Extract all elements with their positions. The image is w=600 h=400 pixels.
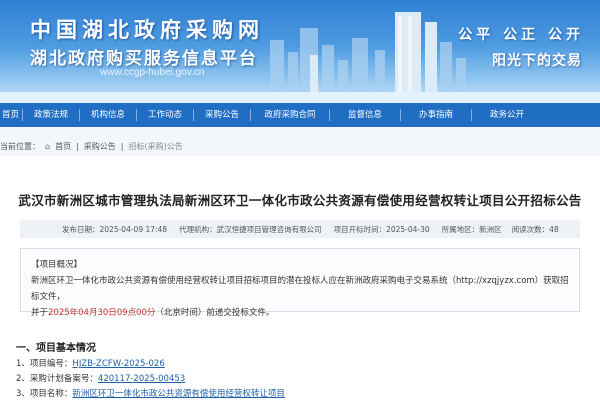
info-label: 1、项目编号： [16,359,73,369]
list-item: 2、采购计划备案号：420117-2025-00453 [16,372,285,387]
meta-agency: 代理机构：武汉恒捷项目管理咨询有限公司 [179,224,322,234]
slogan-line-2: 阳光下的交易 [492,53,582,69]
breadcrumb-section[interactable]: 采购公告 [84,141,116,152]
main-nav: 首页 政策法规 机构信息 工作动态 采购公告 政府采购合同 监督信息 办事指南 … [0,103,600,127]
plan-record-number: 420117-2025-00453 [97,374,186,384]
meta-open-date: 项目开标时间：2025-04-30 [333,224,430,234]
nav-item-policy[interactable]: 政策法规 [23,103,79,127]
notice-card: 武汉市新洲区城市管理执法局新洲区环卫一体化市政公共资源有偿使用经营权转让项目公开… [0,156,600,400]
info-label: 3、项目名称： [16,389,73,399]
meta-views: 阅读次数：48 [511,224,559,234]
list-item: 3、项目名称：新洲区环卫一体化市政公共资源有偿使用经营权转让项目 [16,387,285,400]
nav-item-supervision[interactable]: 监督信息 [330,103,400,127]
overview-line-2-prefix: 并于 [31,308,49,318]
nav-item-contracts[interactable]: 政府采购合同 [251,103,329,127]
notice-title: 武汉市新洲区城市管理执法局新洲区环卫一体化市政公共资源有偿使用经营权转让项目公开… [18,193,582,208]
slogan-line-1: 公平 公正 公开 [458,27,584,43]
meta-region: 所属地区：新洲区 [441,224,502,234]
chevron-right-icon: | [76,142,79,151]
breadcrumb: 当前位置： ⌂ 首页 | 采购公告 | 招标(采购)公告 [0,141,183,152]
nav-item-disclosure[interactable]: 政务公开 [472,103,542,127]
site-url: www.ccgp-hubei.gov.cn [100,67,205,78]
nav-item-news[interactable]: 工作动态 [137,103,193,127]
nav-item-home[interactable]: 首页 [0,103,22,127]
meta-published: 发布日期：2025-04-09 17:48 [62,224,168,234]
header-banner: 中国湖北政府采购网 湖北政府购买服务信息平台 www.ccgp-hubei.go… [0,0,600,103]
home-icon: ⌂ [45,142,51,151]
nav-item-guide[interactable]: 办事指南 [401,103,471,127]
overview-line-2-suffix: （北京时间）前递交投标文件。 [155,308,275,318]
nav-item-agencies[interactable]: 机构信息 [80,103,136,127]
section-title-basic-info: 一、项目基本情况 [16,343,96,354]
project-name: 新洲区环卫一体化市政公共资源有偿使用经营权转让项目 [72,389,285,399]
breadcrumb-label: 当前位置： [0,142,40,151]
overview-heading: 【项目概况】 [31,260,83,270]
chevron-right-icon: | [120,142,124,151]
list-item: 1、项目编号：HJZB-ZCFW-2025-026 [16,357,285,372]
project-overview-box: 【项目概况】 新洲区环卫一体化市政公共资源有偿使用经营权转让项目招标项目的潜在投… [20,248,580,318]
site-subtitle: 湖北政府购买服务信息平台 [30,49,258,69]
site-title: 中国湖北政府采购网 [30,17,264,42]
info-label: 2、采购计划备案号： [16,374,98,384]
overview-line-2: 并于2025年04月30日09点00分（北京时间）前递交投标文件。 [31,305,569,321]
basic-info-list: 1、项目编号：HJZB-ZCFW-2025-026 2、采购计划备案号：4201… [16,357,285,400]
overview-line-1: 新洲区环卫一体化市政公共资源有偿使用经营权转让项目招标项目的潜在投标人应在新洲政… [31,276,569,302]
breadcrumb-current[interactable]: 招标(采购)公告 [128,141,182,152]
breadcrumb-home[interactable]: 首页 [55,141,71,152]
bid-deadline: 2025年04月30日09点00分 [48,308,156,318]
notice-meta-bar: 发布日期：2025-04-09 17:48 代理机构：武汉恒捷项目管理咨询有限公… [20,220,580,238]
project-number: HJZB-ZCFW-2025-026 [72,359,165,369]
nav-item-notices[interactable]: 采购公告 [194,103,250,127]
